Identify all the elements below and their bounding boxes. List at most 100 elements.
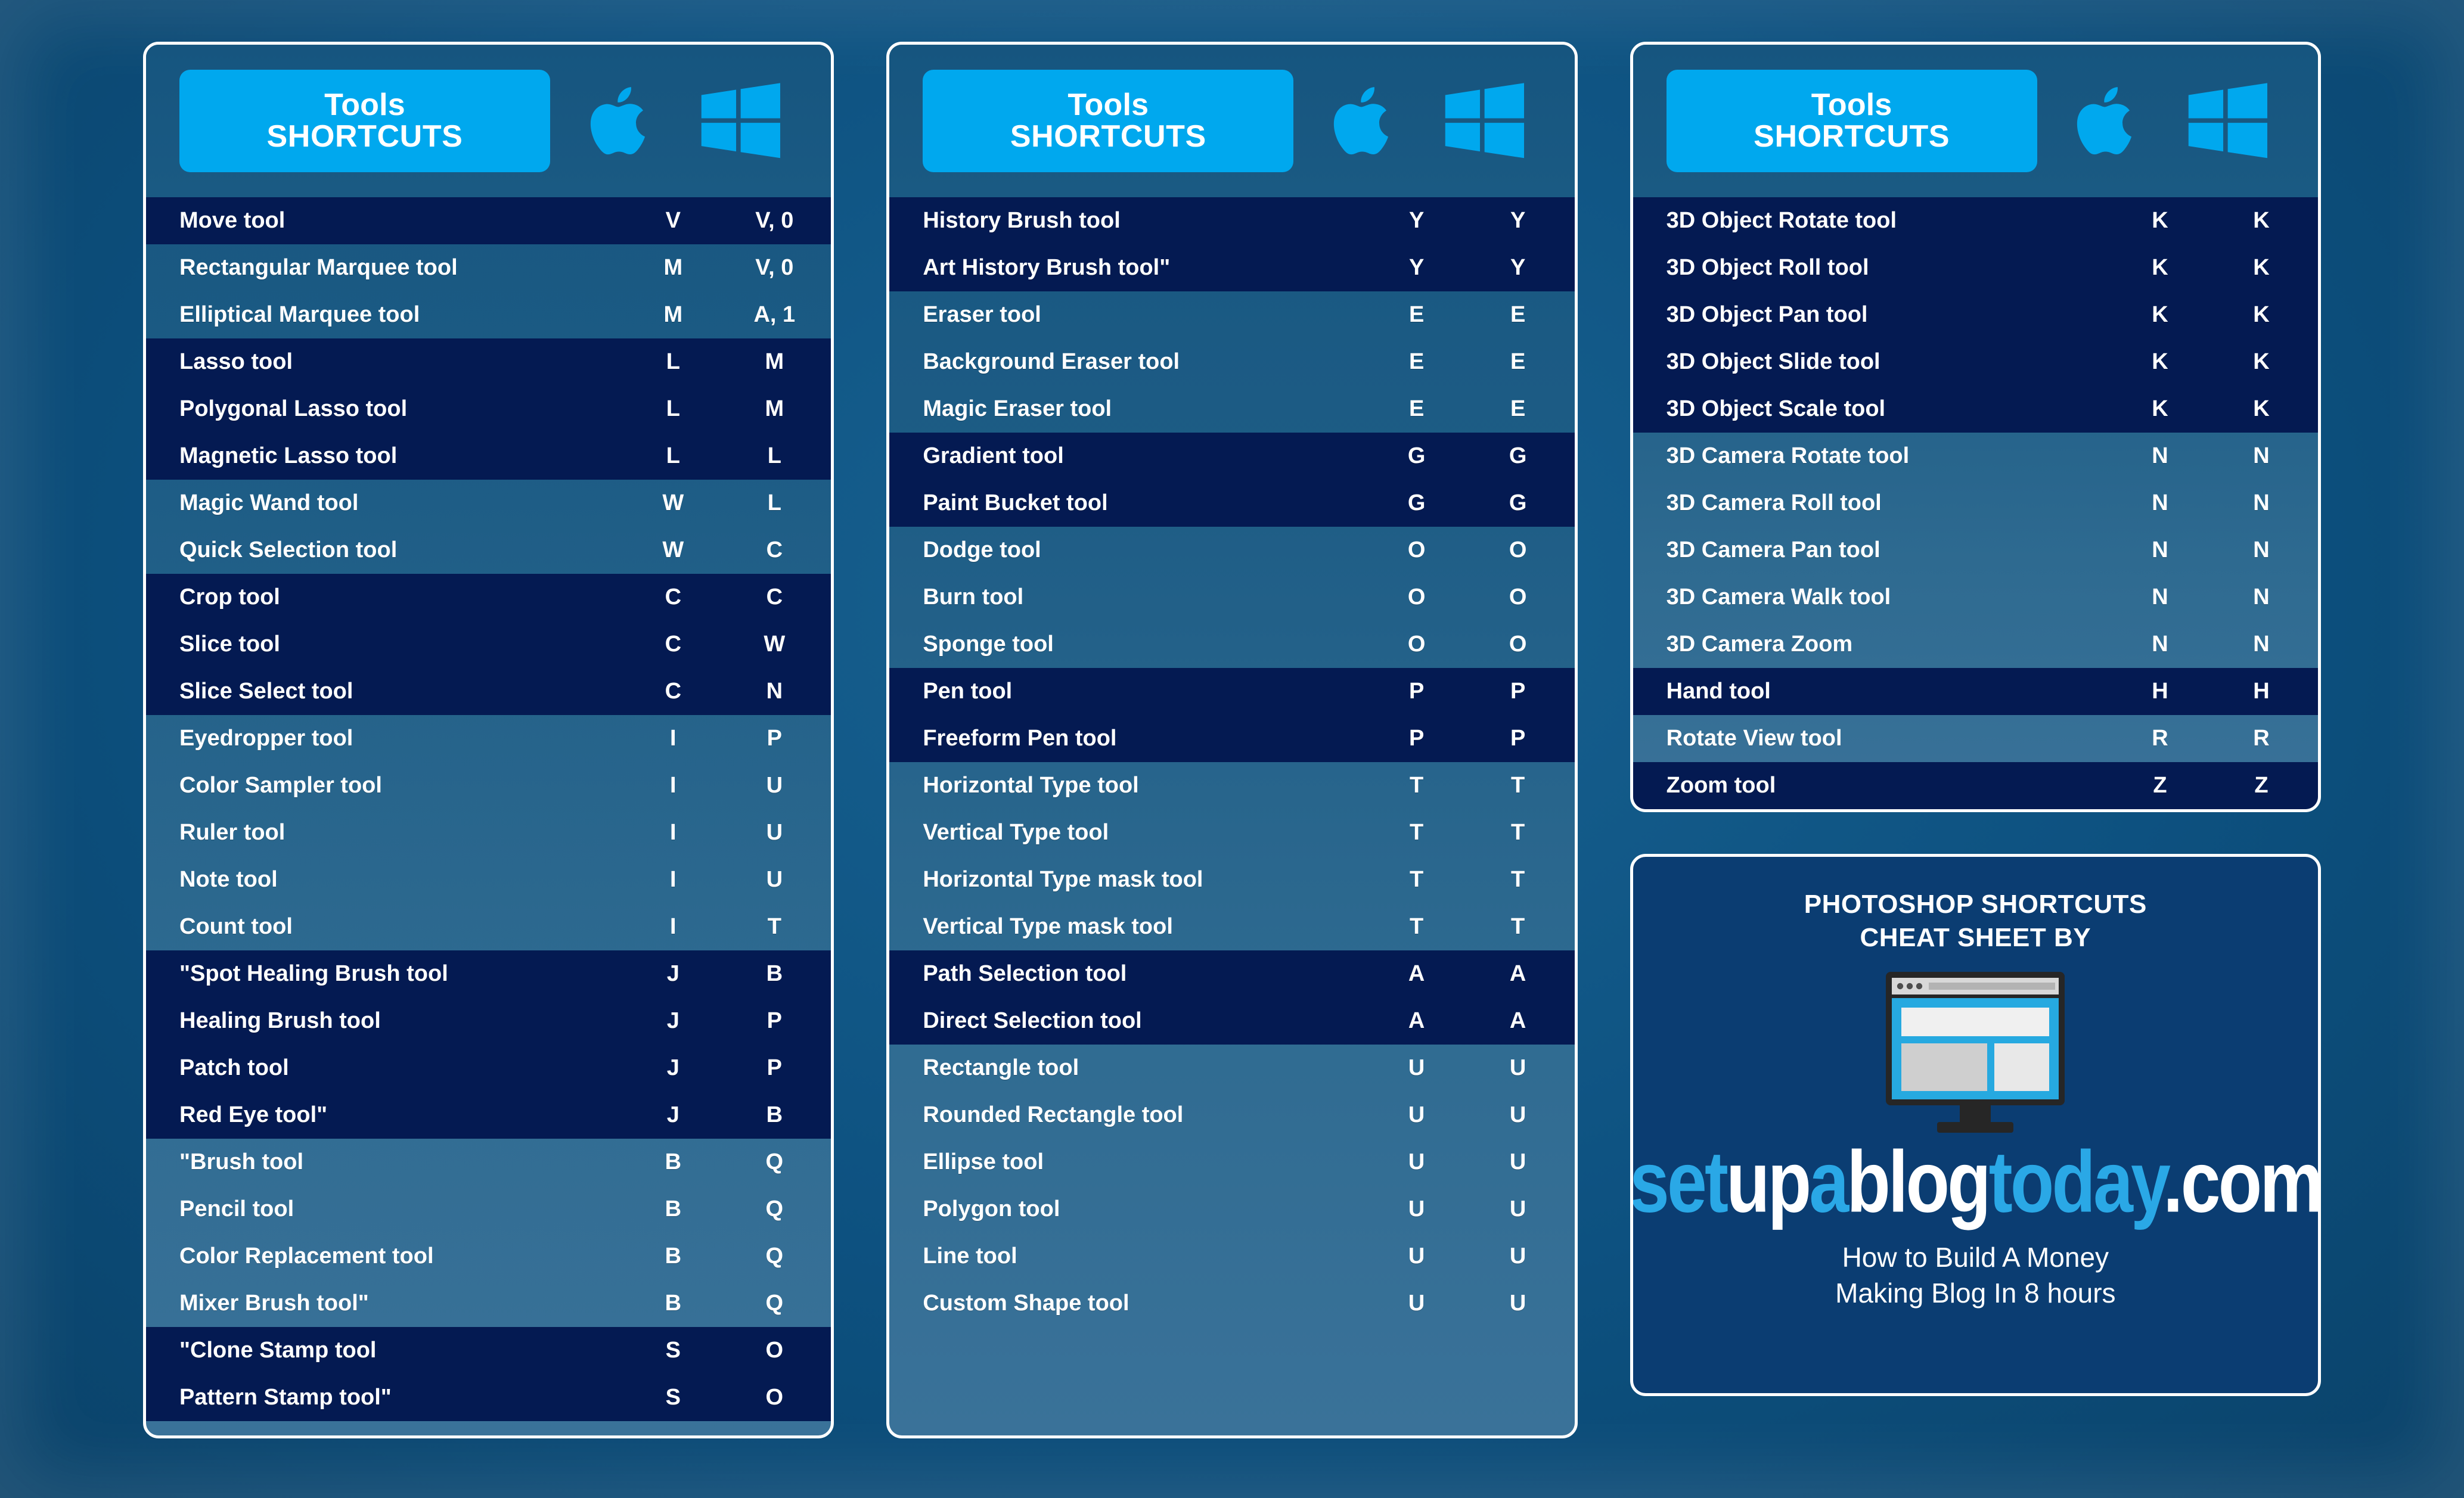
table-row[interactable]: Eyedropper tool I P — [146, 715, 831, 762]
table-row[interactable]: Rectangular Marquee tool M V, 0 — [146, 244, 831, 291]
table-row[interactable]: Rectangle tool U U — [889, 1045, 1574, 1092]
table-row[interactable]: Zoom tool Z Z — [1633, 762, 2318, 809]
tools-shortcuts-badge-1: Tools SHORTCUTS — [179, 70, 550, 172]
table-row[interactable]: 3D Object Slide tool K K — [1633, 338, 2318, 386]
panel-header-3: Tools SHORTCUTS — [1633, 45, 2318, 197]
tool-name: Rounded Rectangle tool — [923, 1102, 1184, 1127]
windows-shortcut-key: U — [1509, 1149, 1526, 1174]
table-row[interactable]: 3D Camera Walk tool N N — [1633, 574, 2318, 621]
windows-shortcut-key: E — [1510, 396, 1526, 421]
table-row[interactable]: 3D Object Roll tool K K — [1633, 244, 2318, 291]
table-row[interactable]: Direct Selection tool A A — [889, 997, 1575, 1045]
mac-shortcut-key: Y — [1408, 208, 1425, 233]
table-row[interactable]: Mixer Brush tool" B Q — [146, 1280, 831, 1327]
table-row[interactable]: Background Eraser tool E E — [889, 338, 1574, 386]
table-row[interactable]: Sponge tool O O — [889, 621, 1574, 668]
table-row[interactable]: "Brush tool B Q — [146, 1139, 831, 1186]
table-row[interactable]: Elliptical Marquee tool M A, 1 — [146, 291, 831, 338]
tool-name: Magic Eraser tool — [923, 396, 1112, 421]
tool-name: Pattern Stamp tool" — [179, 1385, 392, 1410]
windows-shortcut-key: U — [766, 773, 783, 798]
mac-shortcut-key: E — [1408, 302, 1425, 327]
mac-shortcut-key: U — [1408, 1055, 1425, 1080]
table-row[interactable]: Healing Brush tool J P — [146, 997, 831, 1045]
table-row[interactable]: Magnetic Lasso tool L L — [146, 433, 831, 480]
table-row[interactable]: Ruler tool I U — [146, 809, 831, 856]
table-row[interactable]: Vertical Type mask tool T T — [889, 903, 1574, 950]
table-row[interactable]: Pen tool P P — [889, 668, 1575, 715]
mac-shortcut-key: Y — [1408, 255, 1425, 280]
table-row[interactable]: Dodge tool O O — [889, 527, 1574, 574]
setupablogtoday-logo: setupablogtoday.com — [1633, 1138, 2318, 1225]
table-row[interactable]: 3D Camera Rotate tool N N — [1633, 433, 2318, 480]
table-row[interactable]: Patch tool J P — [146, 1045, 831, 1092]
table-row[interactable]: Color Sampler tool I U — [146, 762, 831, 809]
tool-name: Background Eraser tool — [923, 349, 1180, 374]
mac-shortcut-key: J — [666, 961, 679, 986]
table-row[interactable]: Lasso tool L M — [146, 338, 831, 386]
table-row[interactable]: Pattern Stamp tool" S O — [146, 1374, 831, 1421]
table-row[interactable]: Crop tool C C — [146, 574, 831, 621]
windows-icon — [701, 82, 782, 160]
table-row[interactable]: Art History Brush tool" Y Y — [889, 244, 1575, 291]
windows-shortcut-key: N — [2253, 490, 2270, 515]
table-row[interactable]: Magic Eraser tool E E — [889, 386, 1574, 433]
table-row[interactable]: 3D Object Scale tool K K — [1633, 386, 2318, 433]
logo-part: set — [1630, 1133, 1729, 1231]
windows-shortcut-key: Q — [765, 1244, 784, 1269]
table-row[interactable]: Slice Select tool C N — [146, 668, 831, 715]
table-row[interactable]: Pencil tool B Q — [146, 1186, 831, 1233]
table-row[interactable]: Move tool V V, 0 — [146, 197, 831, 244]
mac-shortcut-key: U — [1408, 1149, 1425, 1174]
table-row[interactable]: Gradient tool G G — [889, 433, 1575, 480]
table-row[interactable]: Polygonal Lasso tool L M — [146, 386, 831, 433]
mac-shortcut-key: V — [665, 208, 681, 233]
table-row[interactable]: Horizontal Type mask tool T T — [889, 856, 1574, 903]
mac-shortcut-key: C — [665, 632, 682, 657]
tool-name: Art History Brush tool" — [923, 255, 1171, 280]
table-row[interactable]: Count tool I T — [146, 903, 831, 950]
tool-name: Burn tool — [923, 585, 1024, 610]
table-row[interactable]: Magic Wand tool W L — [146, 480, 831, 527]
table-row[interactable]: 3D Camera Zoom N N — [1633, 621, 2318, 668]
table-row[interactable]: Vertical Type tool T T — [889, 809, 1574, 856]
tool-name: 3D Object Pan tool — [1666, 302, 1868, 327]
table-row[interactable]: 3D Camera Pan tool N N — [1633, 527, 2318, 574]
tool-name: Paint Bucket tool — [923, 490, 1108, 515]
table-row[interactable]: Rotate View tool R R — [1633, 715, 2318, 762]
table-row[interactable]: Freeform Pen tool P P — [889, 715, 1575, 762]
mac-shortcut-key: G — [1407, 443, 1426, 468]
table-row[interactable]: "Clone Stamp tool S O — [146, 1327, 831, 1374]
table-row[interactable]: Hand tool H H — [1633, 668, 2318, 715]
tool-name: Pencil tool — [179, 1196, 294, 1222]
table-row[interactable]: Custom Shape tool U U — [889, 1280, 1574, 1327]
table-row[interactable]: Slice tool C W — [146, 621, 831, 668]
tool-name: 3D Object Scale tool — [1666, 396, 1886, 421]
shortcut-group: Lasso tool L M Polygonal Lasso tool L M Magnet… — [146, 338, 831, 480]
mac-shortcut-key: J — [666, 1055, 679, 1080]
table-row[interactable]: 3D Object Rotate tool K K — [1633, 197, 2318, 244]
table-row[interactable]: Note tool I U — [146, 856, 831, 903]
windows-shortcut-key: U — [1509, 1102, 1526, 1127]
table-row[interactable]: Color Replacement tool B Q — [146, 1233, 831, 1280]
table-row[interactable]: History Brush tool Y Y — [889, 197, 1575, 244]
windows-shortcut-key: L — [767, 443, 781, 468]
mac-shortcut-key: G — [1407, 490, 1426, 515]
table-row[interactable]: 3D Object Pan tool K K — [1633, 291, 2318, 338]
tool-name: 3D Camera Zoom — [1666, 632, 1853, 657]
table-row[interactable]: Ellipse tool U U — [889, 1139, 1574, 1186]
table-row[interactable]: Rounded Rectangle tool U U — [889, 1092, 1574, 1139]
table-row[interactable]: Quick Selection tool W C — [146, 527, 831, 574]
table-row[interactable]: Eraser tool E E — [889, 291, 1574, 338]
table-row[interactable]: Red Eye tool" J B — [146, 1092, 831, 1139]
table-row[interactable]: "Spot Healing Brush tool J B — [146, 950, 831, 997]
badge-title-line2: SHORTCUTS — [266, 119, 463, 154]
table-row[interactable]: Path Selection tool A A — [889, 950, 1575, 997]
table-row[interactable]: Polygon tool U U — [889, 1186, 1574, 1233]
table-row[interactable]: Line tool U U — [889, 1233, 1574, 1280]
table-row[interactable]: 3D Camera Roll tool N N — [1633, 480, 2318, 527]
table-row[interactable]: Burn tool O O — [889, 574, 1574, 621]
windows-shortcut-key: O — [1509, 585, 1527, 610]
table-row[interactable]: Horizontal Type tool T T — [889, 762, 1574, 809]
table-row[interactable]: Paint Bucket tool G G — [889, 480, 1575, 527]
